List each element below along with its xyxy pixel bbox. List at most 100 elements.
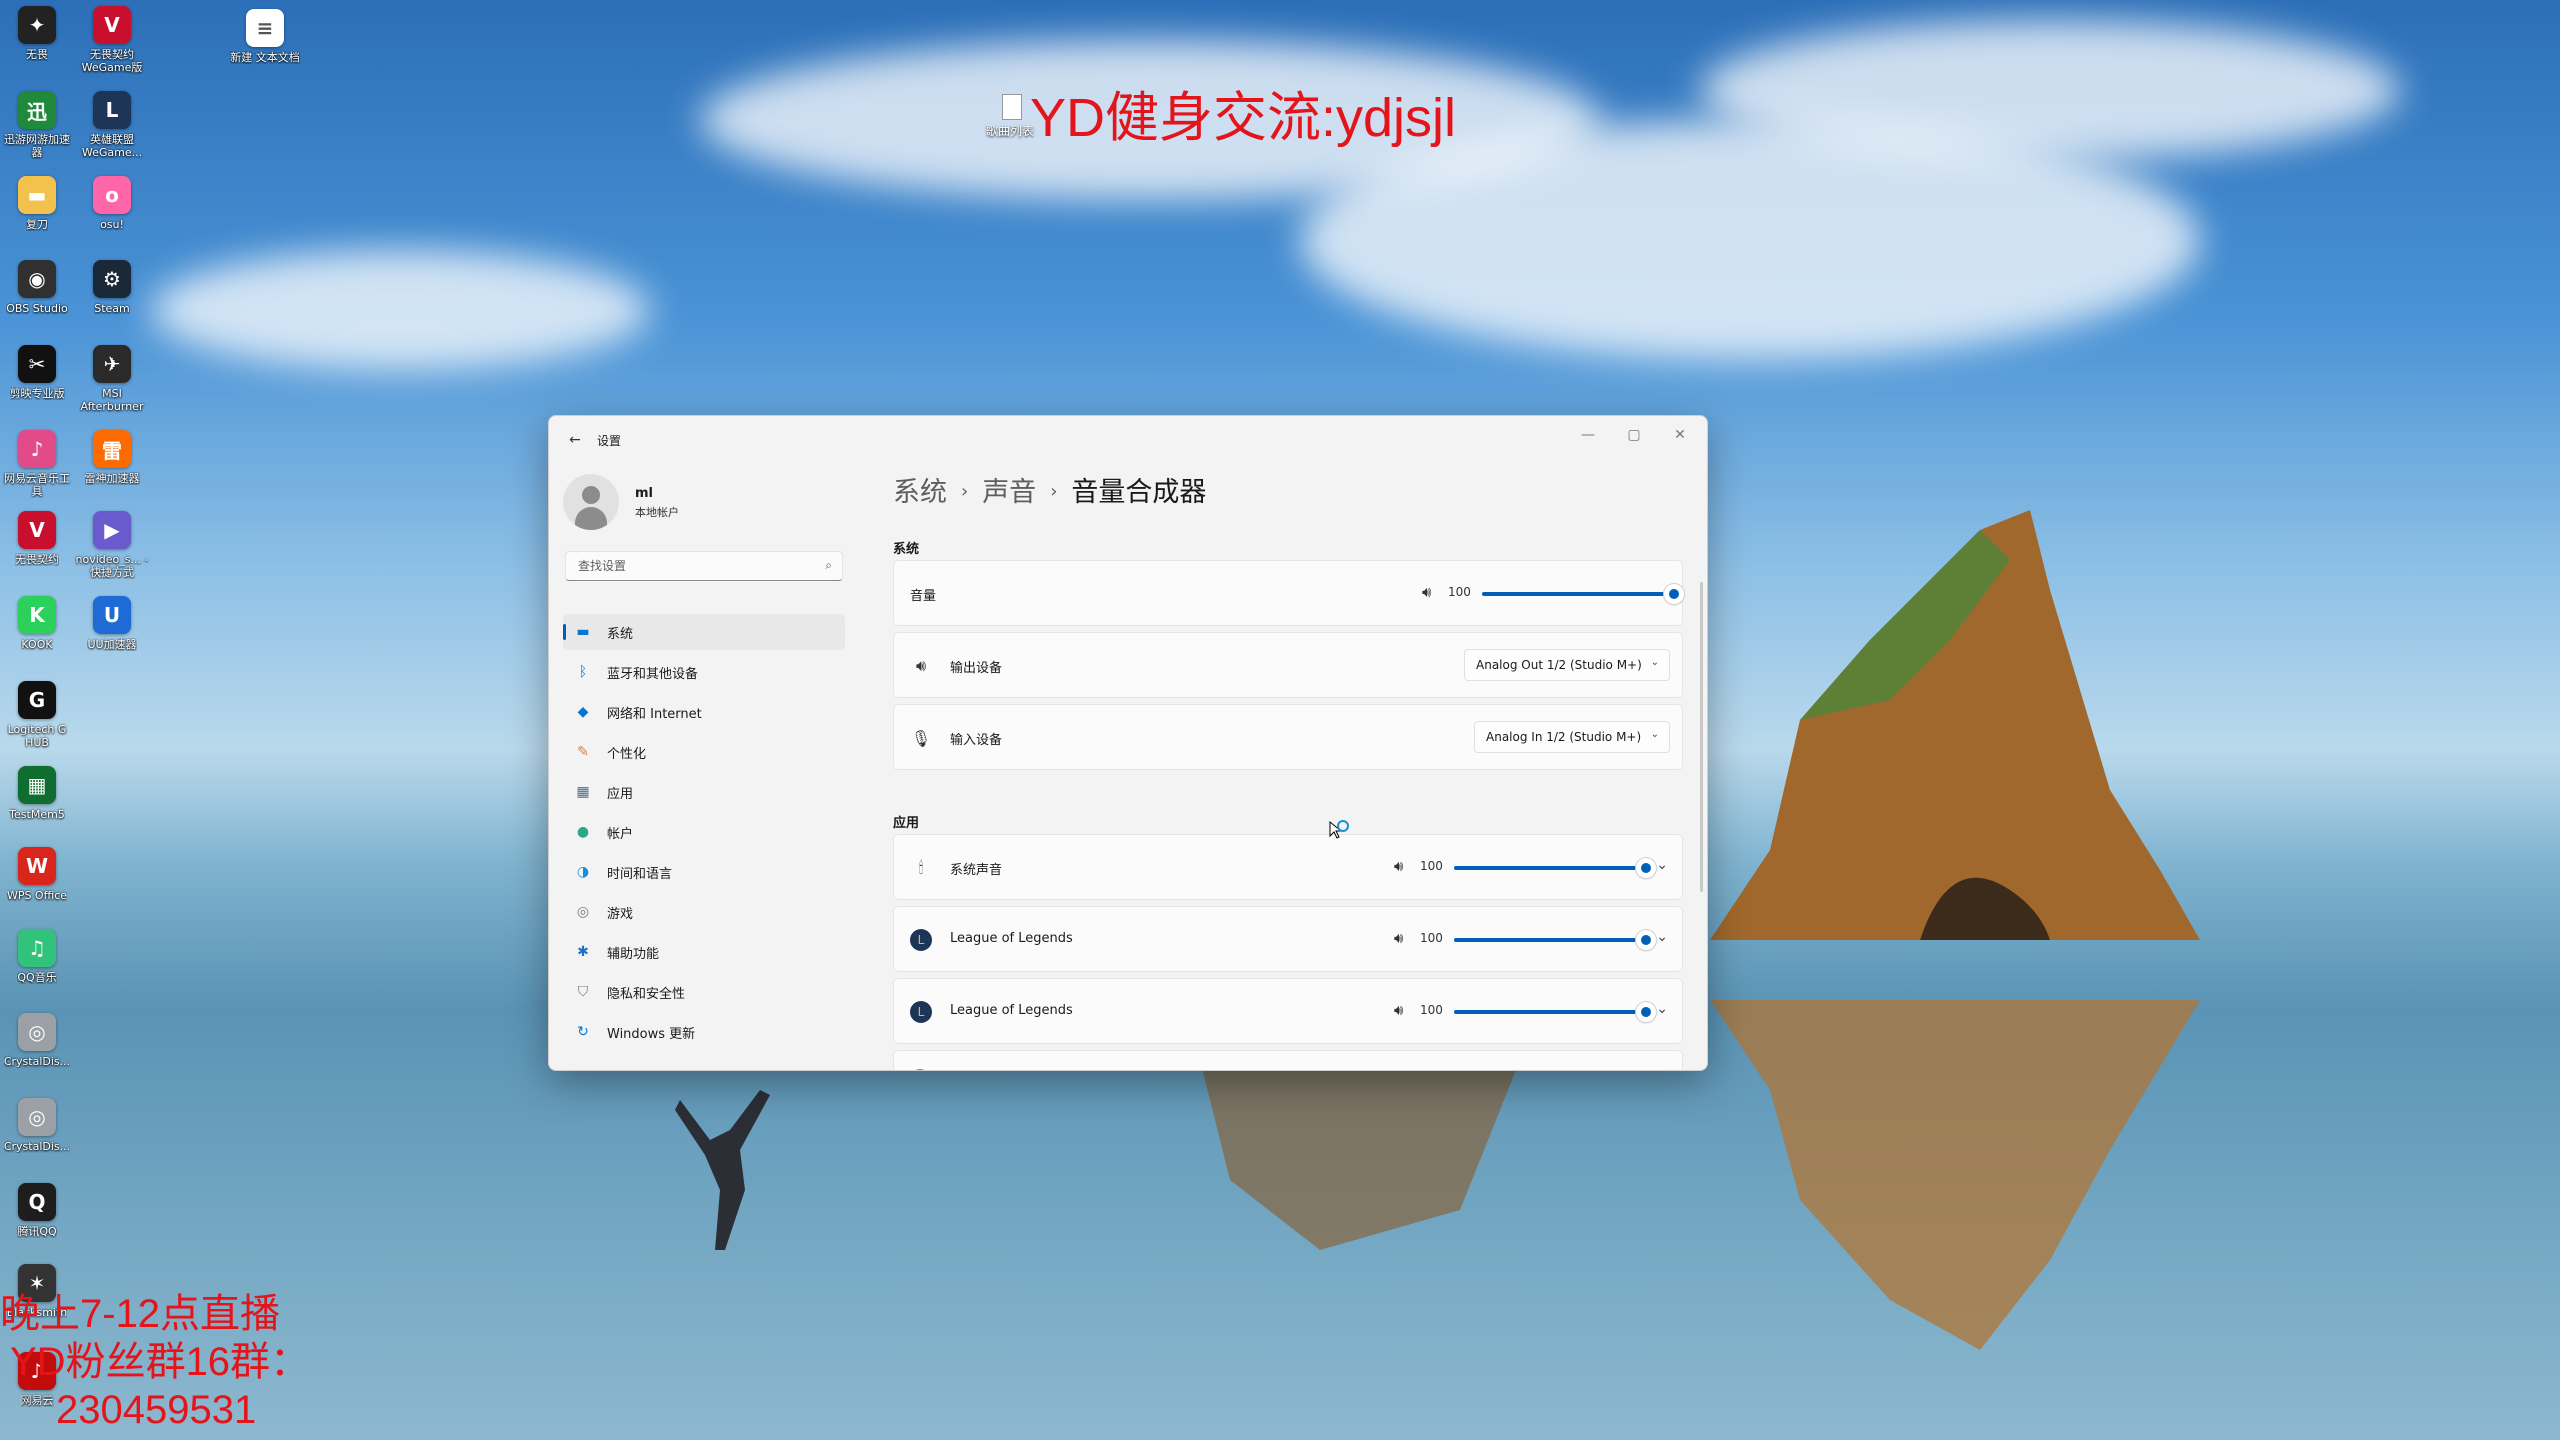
- sidebar-item-label: 游戏: [607, 906, 634, 922]
- desktop-icon-label: CrystalDis...: [3, 1055, 71, 1068]
- microphone-icon: 🎙︎: [910, 728, 932, 748]
- chevron-down-icon[interactable]: ⌄: [1656, 1001, 1668, 1017]
- desktop-icon[interactable]: U UU加速器: [75, 596, 149, 651]
- sidebar-item[interactable]: ✱ 辅助功能: [563, 934, 845, 970]
- sidebar-item[interactable]: ◎ 游戏: [563, 894, 845, 930]
- app-volume-slider-track[interactable]: [1454, 866, 1646, 870]
- desktop-icon[interactable]: K KOOK: [0, 596, 74, 651]
- desktop-icon[interactable]: ▦ TestMem5: [0, 766, 74, 821]
- desktop-icon[interactable]: L 英雄联盟 WeGame...: [75, 91, 149, 159]
- output-device-label: 输出设备: [950, 661, 1003, 676]
- arrow-left-icon[interactable]: ←: [561, 426, 589, 454]
- sidebar-item[interactable]: ᛒ 蓝牙和其他设备: [563, 654, 845, 690]
- sidebar-item[interactable]: ◆ 网络和 Internet: [563, 694, 845, 730]
- output-device-dropdown[interactable]: Analog Out 1/2 (Studio M+) ⌄: [1464, 649, 1670, 681]
- main-content: 系统 › 声音 › 音量合成器 系统 音量 🔊︎ 100 🔊︎ 输出设备 Analog …: [859, 462, 1707, 1070]
- sea-rock-reflection: [1710, 1000, 2200, 1350]
- app-shortcut-icon: U: [93, 596, 131, 634]
- speaker-icon[interactable]: 🔊︎: [1394, 857, 1403, 875]
- desktop-icon[interactable]: ✦ 无畏: [0, 6, 74, 61]
- desktop-icon[interactable]: ♪ 网易云音乐工具: [0, 430, 74, 498]
- sidebar-item[interactable]: ● 帐户: [563, 814, 845, 850]
- app-volume-slider-thumb[interactable]: [1636, 930, 1656, 950]
- chevron-down-icon: ⌄: [1650, 657, 1659, 668]
- chevron-down-icon[interactable]: ⌄: [1656, 857, 1668, 873]
- volume-slider-thumb[interactable]: [1664, 584, 1684, 604]
- app-shortcut-icon: W: [18, 847, 56, 885]
- search-icon[interactable]: ⌕: [825, 558, 832, 573]
- stream-overlay-top: 歌曲列表 YD健身交流:ydjsjl: [986, 88, 1456, 148]
- input-device-dropdown[interactable]: Analog In 1/2 (Studio M+) ⌄: [1474, 721, 1670, 753]
- settings-window: ← 设置 — ▢ ✕ ml 本地帐户 ⌕ ▬ 系统 ᛒ 蓝牙和其他设备 ◆ 网络和 Int…: [548, 415, 1708, 1071]
- overlay-line: 230459531: [56, 1388, 257, 1432]
- desktop-icon[interactable]: ✈ MSI Afterburner: [75, 345, 149, 413]
- desktop-icon[interactable]: ◎ CrystalDis...: [0, 1098, 74, 1153]
- app-icon: [910, 1069, 930, 1070]
- league-of-legends-icon: L: [910, 1001, 932, 1023]
- breadcrumb-sound[interactable]: 声音: [982, 477, 1036, 508]
- desktop-icon[interactable]: ◉ OBS Studio: [0, 260, 74, 315]
- search-input[interactable]: [576, 558, 810, 574]
- volume-slider-track[interactable]: [1482, 592, 1674, 596]
- globe-clock-icon: ◑: [576, 864, 590, 880]
- breadcrumb-system[interactable]: 系统: [893, 477, 947, 508]
- desktop-icon[interactable]: ≡ 新建 文本文档: [228, 9, 302, 64]
- app-shortcut-icon: Q: [18, 1183, 56, 1221]
- sidebar-item[interactable]: ▬ 系统: [563, 614, 845, 650]
- desktop-icon[interactable]: ✂ 剪映专业版: [0, 345, 74, 400]
- desktop-icon[interactable]: ▶ novideo_s... - 快捷方式: [75, 511, 149, 579]
- desktop-icon-label: 新建 文本文档: [230, 51, 300, 64]
- speaker-icon[interactable]: 🔊︎: [1422, 583, 1431, 601]
- chevron-down-icon[interactable]: ⌄: [1656, 929, 1668, 945]
- desktop-icon[interactable]: o osu!: [75, 176, 149, 231]
- output-device-value: Analog Out 1/2 (Studio M+): [1476, 658, 1642, 672]
- app-volume-slider-track[interactable]: [1454, 1010, 1646, 1014]
- desktop-icon[interactable]: W WPS Office: [0, 847, 74, 902]
- bluetooth-icon: ᛒ: [578, 664, 588, 680]
- sidebar-item-label: 蓝牙和其他设备: [607, 666, 699, 682]
- desktop-icon-label: OBS Studio: [6, 302, 68, 315]
- close-button[interactable]: ✕: [1657, 420, 1703, 450]
- app-shortcut-icon: ✈: [93, 345, 131, 383]
- sidebar-item[interactable]: ↻ Windows 更新: [563, 1014, 845, 1050]
- app-shortcut-icon: L: [93, 91, 131, 129]
- sidebar-item[interactable]: ⛉ 隐私和安全性: [563, 974, 845, 1010]
- desktop-icon[interactable]: V 无畏契约 WeGame版: [75, 6, 149, 74]
- app-shortcut-icon: ◎: [18, 1098, 56, 1136]
- desktop-icon[interactable]: G Logitech G HUB: [0, 681, 74, 749]
- sidebar-item[interactable]: ◑ 时间和语言: [563, 854, 845, 890]
- sidebar-item[interactable]: ▦ 应用: [563, 774, 845, 810]
- avatar: [563, 474, 619, 530]
- minimize-button[interactable]: —: [1565, 420, 1611, 450]
- desktop-icon[interactable]: Q 腾讯QQ: [0, 1183, 74, 1238]
- desktop-icon[interactable]: ⚙ Steam: [75, 260, 149, 315]
- app-volume-slider-track[interactable]: [1454, 938, 1646, 942]
- speaker-icon[interactable]: 🔊︎: [1394, 1001, 1403, 1019]
- desktop-icon[interactable]: ♫ QQ音乐: [0, 929, 74, 984]
- app-volume-slider-thumb[interactable]: [1636, 1002, 1656, 1022]
- rock-reflection-left: [1200, 1060, 1520, 1250]
- file-label: 歌曲列表: [986, 124, 1035, 138]
- app-volume-value: 100: [1420, 859, 1443, 873]
- page-title: 音量合成器: [1071, 477, 1207, 508]
- desktop-icon-label: novideo_s... - 快捷方式: [75, 553, 149, 579]
- speaker-icon[interactable]: 🔊︎: [1394, 929, 1403, 947]
- desktop-icon[interactable]: 雷雷神加速器: [75, 430, 149, 485]
- app-shortcut-icon: G: [18, 681, 56, 719]
- maximize-button[interactable]: ▢: [1611, 420, 1657, 450]
- app-volume-slider-thumb[interactable]: [1636, 858, 1656, 878]
- chevron-right-icon: ›: [961, 481, 969, 502]
- sidebar-item-label: 网络和 Internet: [607, 706, 702, 722]
- handstand-figure: [675, 1090, 770, 1250]
- app-shortcut-icon: ▬: [18, 176, 56, 214]
- sidebar-item[interactable]: ✎ 个性化: [563, 734, 845, 770]
- desktop-icon[interactable]: 迅迅游网游加速器: [0, 91, 74, 159]
- scrollbar[interactable]: [1700, 582, 1703, 892]
- user-profile[interactable]: ml 本地帐户: [563, 472, 853, 532]
- desktop-icon[interactable]: ◎ CrystalDis...: [0, 1013, 74, 1068]
- master-volume-card: 音量 🔊︎ 100: [893, 560, 1684, 626]
- cloud: [150, 250, 650, 370]
- app-volume-value: 100: [1420, 931, 1443, 945]
- desktop-icon[interactable]: ▬ 复刀: [0, 176, 74, 231]
- desktop-icon[interactable]: V 无畏契约: [0, 511, 74, 566]
